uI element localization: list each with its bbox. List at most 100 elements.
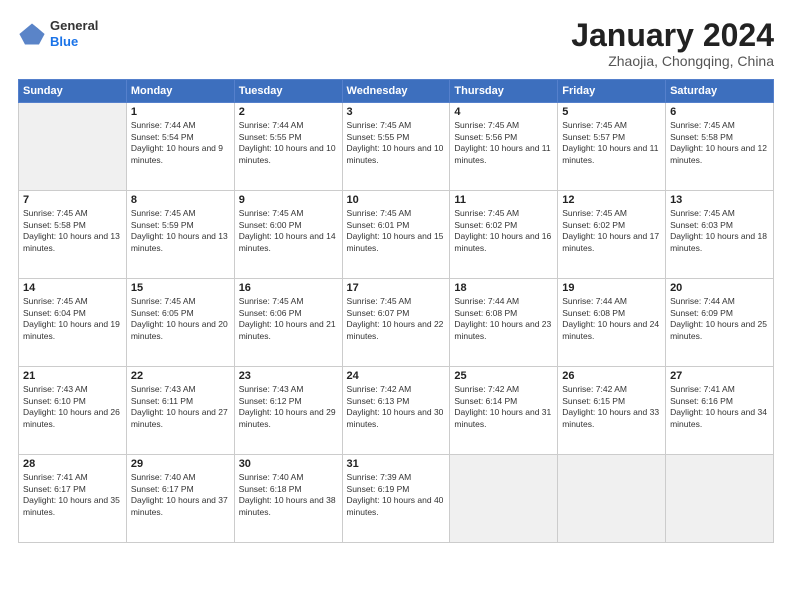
- day-number: 15: [131, 282, 230, 294]
- day-number: 21: [23, 370, 122, 382]
- day-number: 11: [454, 194, 553, 206]
- calendar-cell: [19, 103, 127, 191]
- month-title: January 2024: [571, 18, 774, 53]
- cell-content: Sunrise: 7:45 AMSunset: 6:05 PMDaylight:…: [131, 296, 230, 342]
- day-number: 23: [239, 370, 338, 382]
- day-number: 16: [239, 282, 338, 294]
- calendar-cell: 22 Sunrise: 7:43 AMSunset: 6:11 PMDayligh…: [126, 367, 234, 455]
- title-area: January 2024 Zhaojia, Chongqing, China: [571, 18, 774, 69]
- calendar-cell: 7 Sunrise: 7:45 AMSunset: 5:58 PMDaylight…: [19, 191, 127, 279]
- page: General Blue January 2024 Zhaojia, Chong…: [0, 0, 792, 612]
- day-number: 31: [347, 458, 446, 470]
- day-number: 5: [562, 106, 661, 118]
- calendar-cell: 1Sunrise: 7:44 AMSunset: 5:54 PMDaylight…: [126, 103, 234, 191]
- cell-content: Sunrise: 7:45 AMSunset: 5:58 PMDaylight:…: [23, 208, 122, 254]
- cell-content: Sunrise: 7:45 AMSunset: 6:02 PMDaylight:…: [562, 208, 661, 254]
- calendar-cell: 23 Sunrise: 7:43 AMSunset: 6:12 PMDayligh…: [234, 367, 342, 455]
- cell-content: Sunrise: 7:44 AMSunset: 6:09 PMDaylight:…: [670, 296, 769, 342]
- calendar-cell: 18 Sunrise: 7:44 AMSunset: 6:08 PMDayligh…: [450, 279, 558, 367]
- logo-text: General Blue: [50, 18, 98, 49]
- calendar-cell: 31Sunrise: 7:39 AMSunset: 6:19 PMDayligh…: [342, 455, 450, 543]
- calendar-cell: 8Sunrise: 7:45 AMSunset: 5:59 PMDaylight…: [126, 191, 234, 279]
- col-monday: Monday: [126, 80, 234, 103]
- calendar-cell: 2Sunrise: 7:44 AMSunset: 5:55 PMDaylight…: [234, 103, 342, 191]
- day-number: 25: [454, 370, 553, 382]
- col-sunday: Sunday: [19, 80, 127, 103]
- calendar-week-2: 7 Sunrise: 7:45 AMSunset: 5:58 PMDaylight…: [19, 191, 774, 279]
- col-thursday: Thursday: [450, 80, 558, 103]
- day-number: 29: [131, 458, 230, 470]
- calendar-week-3: 14Sunrise: 7:45 AMSunset: 6:04 PMDayligh…: [19, 279, 774, 367]
- calendar-cell: 19 Sunrise: 7:44 AMSunset: 6:08 PMDayligh…: [558, 279, 666, 367]
- calendar-cell: [666, 455, 774, 543]
- cell-content: Sunrise: 7:43 AMSunset: 6:11 PMDaylight:…: [131, 384, 230, 430]
- calendar-cell: 12 Sunrise: 7:45 AMSunset: 6:02 PMDayligh…: [558, 191, 666, 279]
- calendar-cell: 10Sunrise: 7:45 AMSunset: 6:01 PMDayligh…: [342, 191, 450, 279]
- calendar-week-5: 28 Sunrise: 7:41 AMSunset: 6:17 PMDayligh…: [19, 455, 774, 543]
- cell-content: Sunrise: 7:44 AMSunset: 6:08 PMDaylight:…: [454, 296, 553, 342]
- day-number: 28: [23, 458, 122, 470]
- day-number: 27: [670, 370, 769, 382]
- calendar-cell: 16Sunrise: 7:45 AMSunset: 6:06 PMDayligh…: [234, 279, 342, 367]
- cell-content: Sunrise: 7:43 AMSunset: 6:10 PMDaylight:…: [23, 384, 122, 430]
- day-number: 9: [239, 194, 338, 206]
- day-number: 18: [454, 282, 553, 294]
- day-number: 13: [670, 194, 769, 206]
- calendar-cell: 13 Sunrise: 7:45 AMSunset: 6:03 PMDayligh…: [666, 191, 774, 279]
- cell-content: Sunrise: 7:45 AMSunset: 5:58 PMDaylight:…: [670, 120, 769, 166]
- cell-content: Sunrise: 7:45 AMSunset: 6:03 PMDaylight:…: [670, 208, 769, 254]
- calendar-cell: 27 Sunrise: 7:41 AMSunset: 6:16 PMDayligh…: [666, 367, 774, 455]
- cell-content: Sunrise: 7:40 AMSunset: 6:17 PMDaylight:…: [131, 472, 230, 518]
- cell-content: Sunrise: 7:41 AMSunset: 6:17 PMDaylight:…: [23, 472, 122, 518]
- cell-content: Sunrise: 7:44 AMSunset: 6:08 PMDaylight:…: [562, 296, 661, 342]
- day-number: 14: [23, 282, 122, 294]
- calendar-cell: 17 Sunrise: 7:45 AMSunset: 6:07 PMDayligh…: [342, 279, 450, 367]
- cell-content: Sunrise: 7:44 AMSunset: 5:55 PMDaylight:…: [239, 120, 338, 166]
- col-saturday: Saturday: [666, 80, 774, 103]
- calendar-cell: 5 Sunrise: 7:45 AMSunset: 5:57 PMDaylight…: [558, 103, 666, 191]
- calendar-cell: 11Sunrise: 7:45 AMSunset: 6:02 PMDayligh…: [450, 191, 558, 279]
- cell-content: Sunrise: 7:43 AMSunset: 6:12 PMDaylight:…: [239, 384, 338, 430]
- calendar-cell: [558, 455, 666, 543]
- day-number: 6: [670, 106, 769, 118]
- cell-content: Sunrise: 7:45 AMSunset: 5:57 PMDaylight:…: [562, 120, 661, 166]
- cell-content: Sunrise: 7:45 AMSunset: 6:00 PMDaylight:…: [239, 208, 338, 254]
- calendar-cell: 6 Sunrise: 7:45 AMSunset: 5:58 PMDaylight…: [666, 103, 774, 191]
- calendar-week-4: 21 Sunrise: 7:43 AMSunset: 6:10 PMDayligh…: [19, 367, 774, 455]
- cell-content: Sunrise: 7:45 AMSunset: 6:07 PMDaylight:…: [347, 296, 446, 342]
- logo-blue: Blue: [50, 34, 98, 50]
- calendar-cell: 4Sunrise: 7:45 AMSunset: 5:56 PMDaylight…: [450, 103, 558, 191]
- cell-content: Sunrise: 7:40 AMSunset: 6:18 PMDaylight:…: [239, 472, 338, 518]
- cell-content: Sunrise: 7:44 AMSunset: 5:54 PMDaylight:…: [131, 120, 230, 166]
- location: Zhaojia, Chongqing, China: [571, 53, 774, 69]
- cell-content: Sunrise: 7:42 AMSunset: 6:15 PMDaylight:…: [562, 384, 661, 430]
- day-number: 30: [239, 458, 338, 470]
- day-number: 19: [562, 282, 661, 294]
- logo-icon: [18, 20, 46, 48]
- calendar-cell: 29 Sunrise: 7:40 AMSunset: 6:17 PMDayligh…: [126, 455, 234, 543]
- calendar-cell: 30 Sunrise: 7:40 AMSunset: 6:18 PMDayligh…: [234, 455, 342, 543]
- logo-general: General: [50, 18, 98, 34]
- day-number: 17: [347, 282, 446, 294]
- day-number: 8: [131, 194, 230, 206]
- calendar-body: 1Sunrise: 7:44 AMSunset: 5:54 PMDaylight…: [19, 103, 774, 543]
- calendar-cell: 21 Sunrise: 7:43 AMSunset: 6:10 PMDayligh…: [19, 367, 127, 455]
- cell-content: Sunrise: 7:41 AMSunset: 6:16 PMDaylight:…: [670, 384, 769, 430]
- calendar-cell: 20Sunrise: 7:44 AMSunset: 6:09 PMDayligh…: [666, 279, 774, 367]
- col-wednesday: Wednesday: [342, 80, 450, 103]
- header: General Blue January 2024 Zhaojia, Chong…: [18, 18, 774, 69]
- calendar-cell: 24Sunrise: 7:42 AMSunset: 6:13 PMDayligh…: [342, 367, 450, 455]
- calendar-cell: 3Sunrise: 7:45 AMSunset: 5:55 PMDaylight…: [342, 103, 450, 191]
- logo: General Blue: [18, 18, 98, 49]
- cell-content: Sunrise: 7:42 AMSunset: 6:13 PMDaylight:…: [347, 384, 446, 430]
- day-number: 4: [454, 106, 553, 118]
- day-number: 22: [131, 370, 230, 382]
- day-number: 26: [562, 370, 661, 382]
- day-number: 12: [562, 194, 661, 206]
- day-number: 7: [23, 194, 122, 206]
- calendar-table: Sunday Monday Tuesday Wednesday Thursday…: [18, 79, 774, 543]
- day-number: 3: [347, 106, 446, 118]
- calendar-cell: 14Sunrise: 7:45 AMSunset: 6:04 PMDayligh…: [19, 279, 127, 367]
- col-friday: Friday: [558, 80, 666, 103]
- day-number: 10: [347, 194, 446, 206]
